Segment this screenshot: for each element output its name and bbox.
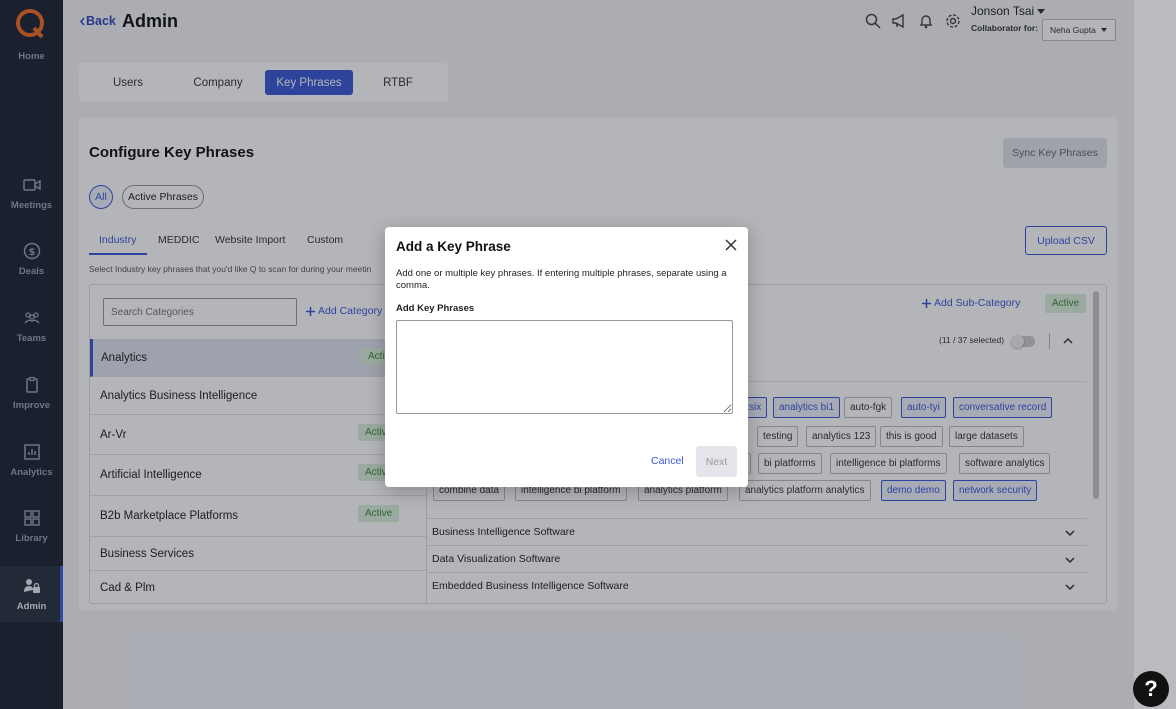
close-icon[interactable]	[725, 239, 737, 251]
add-key-phrase-modal: Add a Key Phrase Add one or multiple key…	[385, 227, 748, 487]
key-phrases-label: Add Key Phrases	[396, 303, 475, 314]
next-button[interactable]: Next	[696, 446, 737, 477]
key-phrases-textarea[interactable]	[396, 320, 733, 414]
modal-description: Add one or multiple key phrases. If ente…	[396, 268, 727, 291]
help-button[interactable]: ?	[1133, 671, 1169, 707]
cancel-button[interactable]: Cancel	[651, 455, 684, 467]
right-edge-panel	[1134, 0, 1176, 709]
modal-title: Add a Key Phrase	[396, 239, 511, 254]
